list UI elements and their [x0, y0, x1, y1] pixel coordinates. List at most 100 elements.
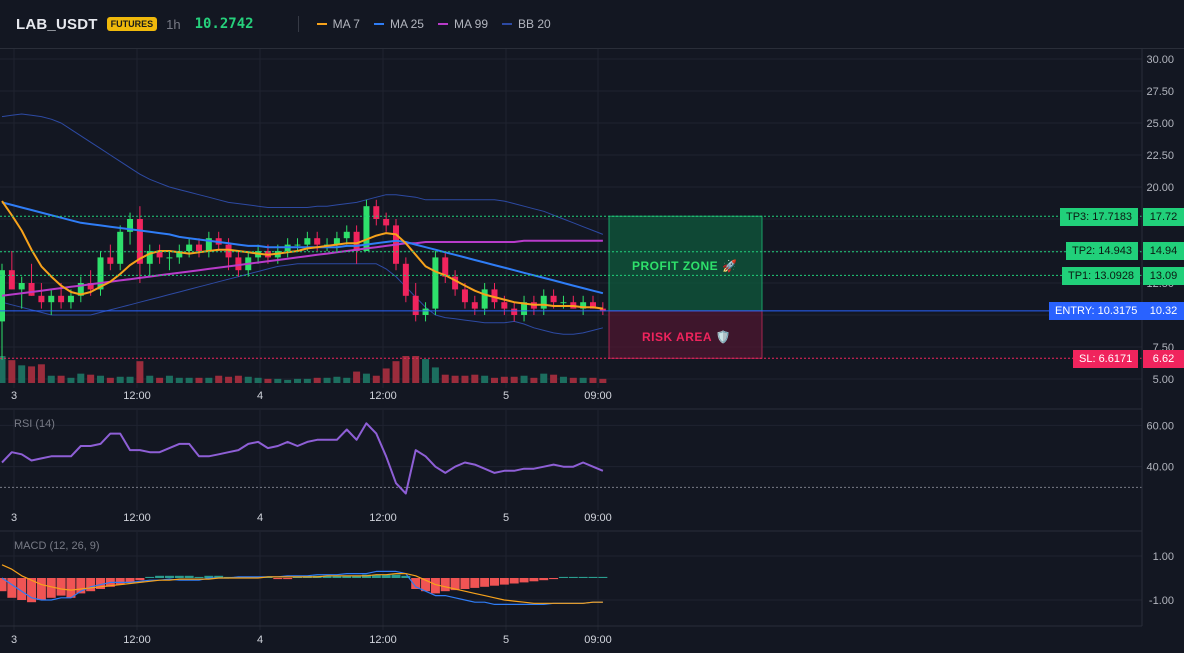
volume-bar	[57, 375, 65, 383]
volume-bar	[28, 366, 36, 383]
volume-bar	[284, 379, 292, 383]
entry-label: ENTRY: 10.3175	[1049, 302, 1144, 320]
macd-histogram-bar	[174, 575, 184, 578]
candle-body	[343, 231, 350, 239]
candle-body	[412, 295, 419, 315]
volume-bar	[382, 368, 390, 383]
macd-histogram-bar	[519, 578, 529, 583]
volume-bar	[559, 376, 567, 383]
macd-histogram-bar	[7, 578, 17, 598]
macd-title: MACD (12, 26, 9)	[14, 540, 100, 552]
chart-canvas[interactable]: 60.00 40.00 1.00 -1.00 30.00 27.50 25.00 22.5…	[0, 0, 1184, 653]
time-axis-label: 09:00	[584, 634, 612, 646]
volume-bar	[195, 377, 203, 383]
volume-bar	[47, 375, 55, 383]
volume-bar	[412, 356, 420, 383]
candle-body	[294, 244, 301, 246]
time-axis-label: 12:00	[123, 512, 151, 524]
volume-bar	[589, 377, 597, 383]
macd-histogram-bar	[273, 578, 283, 580]
macd-histogram-bar	[460, 578, 470, 589]
candle-body	[186, 244, 193, 251]
tp3-axis-value: 17.72	[1143, 208, 1184, 226]
candle-body	[383, 219, 390, 226]
volume-bar	[579, 377, 587, 383]
volume-bar	[185, 377, 193, 383]
volume-bar	[530, 377, 538, 383]
candle-body	[107, 257, 114, 264]
macd-histogram-bar	[568, 576, 578, 578]
volume-bar	[97, 375, 104, 383]
candle-body	[117, 231, 124, 264]
volume-bar	[510, 376, 518, 383]
price-tick-label: 27.50	[1146, 86, 1174, 98]
macd-histogram-bar	[283, 578, 293, 580]
time-axis-label: 12:00	[369, 390, 397, 402]
macd-histogram-bar	[155, 575, 165, 578]
time-axis-label: 3	[11, 390, 17, 402]
volume-bar	[126, 376, 134, 383]
time-axis-label: 5	[503, 634, 509, 646]
volume-bar	[323, 377, 331, 383]
time-axis-label: 4	[257, 512, 263, 524]
macd-histogram-bar	[588, 576, 598, 578]
volume-bar	[234, 375, 242, 383]
candle-body	[314, 238, 321, 245]
candle-body	[461, 289, 468, 303]
price-tick-label: 30.00	[1146, 54, 1174, 66]
time-axis-label: 3	[11, 512, 17, 524]
volume-bar	[0, 356, 6, 383]
macd-histogram-bar	[509, 578, 519, 584]
macd-histogram-bar	[145, 576, 155, 578]
candle-body	[58, 295, 65, 303]
time-axis-label: 09:00	[584, 390, 612, 402]
macd-histogram-bar	[539, 578, 549, 581]
macd-histogram-bar	[184, 575, 194, 578]
volume-bar	[77, 373, 85, 383]
volume-bar	[67, 377, 75, 383]
volume-bar	[294, 378, 301, 383]
tp1-label: TP1: 13.0928	[1062, 267, 1141, 285]
macd-histogram-bar	[36, 578, 46, 600]
risk-zone-label: RISK AREA 🛡️	[642, 330, 731, 344]
volume-bar	[8, 360, 16, 383]
macd-histogram-bar	[56, 578, 66, 596]
time-axis-label: 5	[503, 390, 509, 402]
candle-body	[18, 283, 25, 290]
candle-body	[48, 295, 55, 303]
time-axis-label: 12:00	[123, 390, 151, 402]
volume-bar	[431, 367, 439, 383]
candle-body	[550, 295, 557, 303]
volume-bar	[313, 377, 321, 383]
macd-histogram-bar	[470, 578, 480, 588]
volume-bar	[471, 374, 479, 383]
rsi-tick-label: 40.00	[1146, 462, 1174, 474]
volume-bar	[343, 377, 351, 383]
volume-bar	[244, 376, 252, 383]
volume-bar	[451, 375, 459, 383]
bb-lower-line	[1, 263, 604, 335]
macd-histogram-bar	[480, 578, 490, 587]
tp2-axis-value: 14.94	[1143, 242, 1184, 260]
price-tick-label: 25.00	[1146, 118, 1174, 130]
volume-bar	[461, 375, 469, 383]
trade-level-lines	[0, 215, 1142, 359]
price-tick-label: 5.00	[1153, 374, 1174, 386]
volume-bar	[362, 373, 370, 383]
price-tick-label: 20.00	[1146, 182, 1174, 194]
tp3-label: TP3: 17.7183	[1060, 208, 1139, 226]
macd-histogram-bar	[529, 578, 539, 582]
candle-body	[8, 270, 15, 290]
macd-histogram-bar	[549, 578, 559, 580]
volume-bar	[156, 377, 164, 383]
rsi-pane: 60.00 40.00	[0, 420, 1174, 495]
volume-bar	[540, 373, 548, 383]
macd-histogram-bar	[86, 578, 96, 592]
volume-bar	[520, 375, 528, 383]
volume-bar	[491, 377, 498, 383]
candle-body	[67, 295, 74, 303]
macd-tick-label: -1.00	[1149, 595, 1174, 607]
candle-body	[432, 257, 439, 309]
volume-bar	[146, 375, 154, 383]
candle-body	[511, 308, 518, 315]
